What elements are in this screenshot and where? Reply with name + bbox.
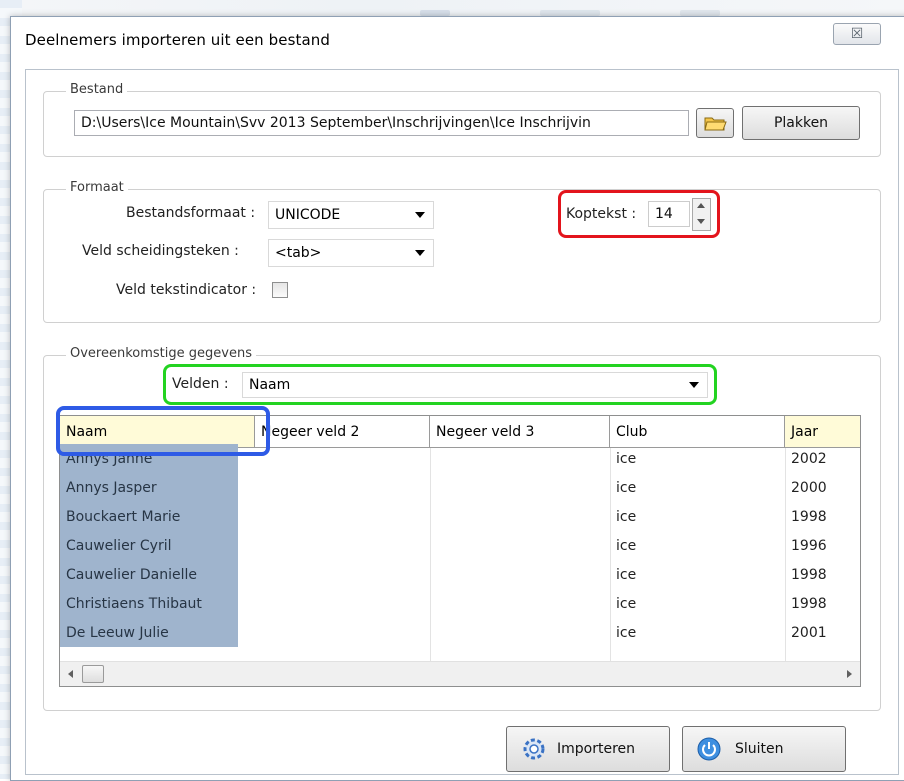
import-button-label: Importeren (557, 741, 636, 757)
table-cell: 2000 (791, 479, 827, 496)
close-button-label: Sluiten (735, 741, 784, 757)
table-cell: 1996 (791, 537, 827, 554)
fields-highlight (163, 364, 717, 405)
import-button[interactable]: Importeren (506, 726, 670, 772)
close-button[interactable]: Sluiten (682, 726, 846, 772)
table-cell: 2001 (791, 624, 827, 641)
text-indicator-checkbox[interactable] (272, 282, 288, 298)
table-row[interactable]: Christiaens Thibaut ice 1998 (60, 589, 860, 618)
table-cell: ice (616, 450, 637, 467)
column-divider (610, 448, 611, 662)
close-window-button[interactable]: ☒ (833, 23, 881, 45)
table-cell: 1998 (791, 508, 827, 525)
table-row[interactable]: Annys Jasper ice 2000 (60, 473, 860, 502)
separator-label: Veld scheidingsteken : (82, 243, 239, 259)
table-cell: 1998 (791, 595, 827, 612)
table-cell: De Leeuw Julie (60, 618, 238, 647)
table-cell: Annys Jasper (60, 473, 238, 502)
table-cell: 2002 (791, 450, 827, 467)
file-format-value: UNICODE (275, 207, 341, 223)
scroll-left-icon[interactable] (68, 670, 73, 678)
import-dialog: Deelnemers importeren uit een bestand ☒ … (10, 16, 904, 781)
table-cell: ice (616, 595, 637, 612)
table-cell: Christiaens Thibaut (60, 589, 238, 618)
format-group-legend: Formaat (66, 180, 128, 195)
column-divider (785, 448, 786, 662)
table-cell: ice (616, 566, 637, 583)
table-cell: Cauwelier Cyril (60, 531, 238, 560)
table-cell: 1998 (791, 566, 827, 583)
column-divider (430, 448, 431, 662)
browse-button[interactable] (696, 108, 734, 138)
scroll-right-icon[interactable] (847, 670, 852, 678)
table-cell: ice (616, 624, 637, 641)
close-icon: ☒ (850, 26, 864, 42)
chevron-down-icon (415, 212, 425, 218)
table-row[interactable]: Cauwelier Danielle ice 1998 (60, 560, 860, 589)
horizontal-scrollbar[interactable] (60, 661, 860, 686)
file-format-label: Bestandsformaat : (126, 205, 256, 221)
table-cell: ice (616, 508, 637, 525)
file-group-legend: Bestand (66, 82, 128, 97)
header-lines-highlight (558, 190, 720, 238)
table-row[interactable]: De Leeuw Julie ice 2001 (60, 618, 860, 647)
paste-button[interactable]: Plakken (742, 106, 860, 140)
folder-icon (704, 117, 727, 131)
table-cell: Cauwelier Danielle (60, 560, 238, 589)
power-icon (697, 737, 721, 761)
mapping-group-legend: Overeenkomstige gegevens (66, 346, 256, 361)
name-column-highlight (56, 406, 270, 456)
table-cell: Bouckaert Marie (60, 502, 238, 531)
table-cell: ice (616, 537, 637, 554)
table-row[interactable]: Cauwelier Cyril ice 1996 (60, 531, 860, 560)
chevron-down-icon (415, 250, 425, 256)
separator-select[interactable]: <tab> (268, 239, 434, 267)
dialog-client: Bestand D:\Users\Ice Mountain\Svv 2013 S… (25, 69, 899, 775)
title-bar: Deelnemers importeren uit een bestand ☒ (11, 17, 904, 67)
gear-icon (523, 738, 545, 760)
window-title: Deelnemers importeren uit een bestand (25, 31, 331, 49)
scrollbar-thumb[interactable] (82, 665, 104, 683)
file-format-select[interactable]: UNICODE (268, 201, 434, 229)
file-path-input[interactable]: D:\Users\Ice Mountain\Svv 2013 September… (74, 110, 689, 136)
table-row[interactable]: Bouckaert Marie ice 1998 (60, 502, 860, 531)
text-indicator-label: Veld tekstindicator : (116, 282, 257, 298)
separator-value: <tab> (275, 245, 322, 261)
table-cell: ice (616, 479, 637, 496)
